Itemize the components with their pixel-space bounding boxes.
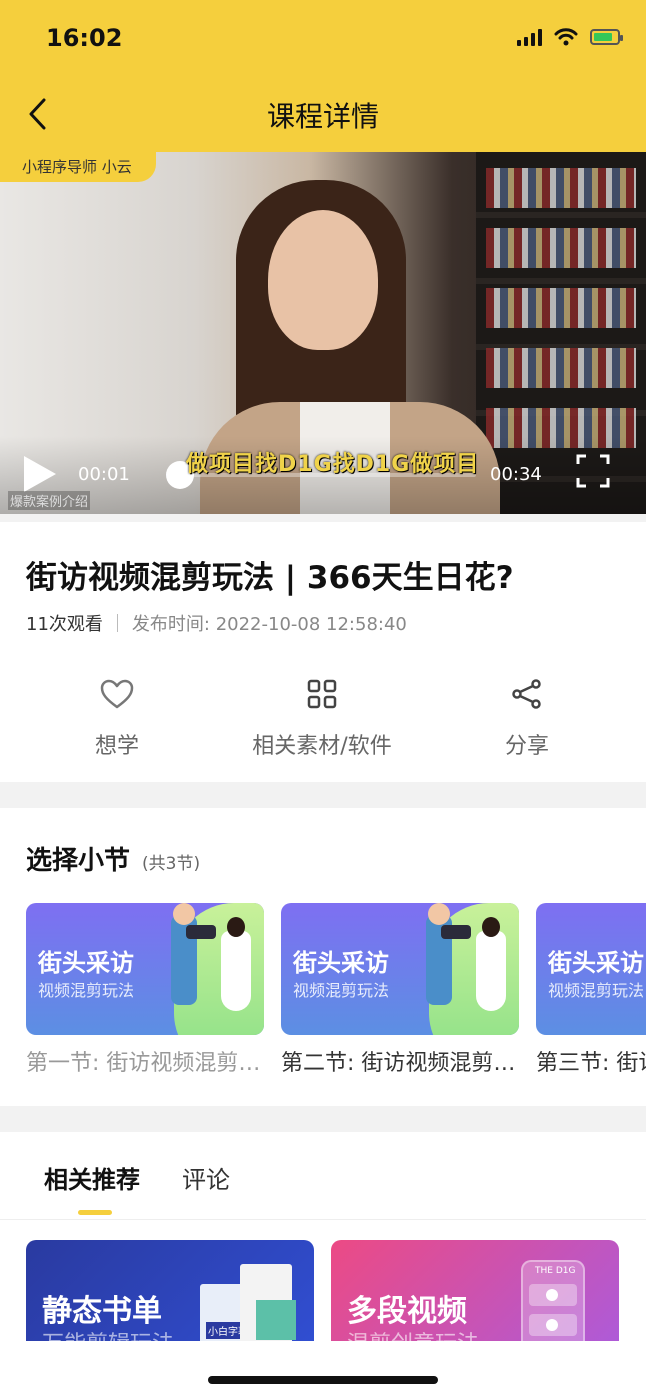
- share-icon: [512, 679, 541, 709]
- current-time: 00:01: [78, 464, 130, 485]
- play-icon[interactable]: [24, 456, 56, 492]
- video-controls: 00:01 做项目找D1G找D1G做项目 00:34 爆款案例介绍: [0, 436, 646, 514]
- course-info: 街访视频混剪玩法 | 366天生日花? 11次观看 发布时间: 2022-10-…: [0, 522, 646, 782]
- section-thumbnail: 街头采访 视频混剪玩法: [536, 903, 646, 1035]
- tab-comments[interactable]: 评论: [182, 1160, 230, 1195]
- section-count: (共3节): [142, 854, 201, 874]
- want-learn-label: 想学: [94, 734, 139, 759]
- section-header: 选择小节 (共3节): [26, 840, 200, 877]
- recommendation-card[interactable]: 小白字幕 静态书单 万能剪辑玩法: [26, 1240, 314, 1341]
- tab-indicator: [78, 1210, 112, 1215]
- section-label: 第一节: 街访视频混剪玩法: [26, 1051, 264, 1076]
- share-label: 分享: [504, 734, 549, 759]
- battery-icon: [590, 29, 623, 45]
- recommendation-card[interactable]: THE D1G 多段视频 混剪创意玩法: [331, 1240, 619, 1341]
- section-card[interactable]: 街头采访 视频混剪玩法 第一节: 街访视频混剪玩法: [26, 903, 264, 1077]
- materials-label: 相关素材/软件: [252, 734, 392, 759]
- tab-bar: 相关推荐 评论: [0, 1132, 646, 1220]
- phone-label: THE D1G: [535, 1266, 576, 1276]
- status-icons: [517, 28, 623, 46]
- heart-icon: [100, 679, 134, 709]
- divider: [0, 514, 646, 522]
- publish-time: 发布时间: 2022-10-08 12:58:40: [131, 614, 407, 635]
- thumbnail-title: 街头采访: [293, 949, 389, 977]
- course-title: 街访视频混剪玩法 | 366天生日花?: [26, 560, 514, 596]
- thumbnail-title: 街头采访: [548, 949, 644, 977]
- home-indicator: [208, 1376, 438, 1384]
- video-badge: 小程序导师 小云: [0, 152, 156, 182]
- materials-button[interactable]: 相关素材/软件: [222, 672, 422, 760]
- section-label: 第三节: 街访视频混剪玩法: [536, 1051, 646, 1076]
- signal-icon: [517, 28, 542, 46]
- section-card[interactable]: 街头采访 视频混剪玩法 第二节: 街访视频混剪玩法: [281, 903, 519, 1077]
- tabs-divider: [0, 1106, 646, 1132]
- thumbnail-subtitle: 视频混剪玩法: [38, 981, 135, 1000]
- meta-separator: [116, 614, 118, 632]
- book-image-3: [256, 1300, 296, 1340]
- course-meta: 11次观看 发布时间: 2022-10-08 12:58:40: [26, 610, 407, 636]
- recommendation-title: 多段视频: [347, 1294, 467, 1329]
- total-time: 00:34: [490, 464, 542, 485]
- section-card[interactable]: 街头采访 视频混剪玩法 第三节: 街访视频混剪玩法: [536, 903, 646, 1077]
- fullscreen-icon[interactable]: [576, 454, 610, 488]
- presenter-face: [268, 210, 378, 350]
- section-title: 选择小节: [26, 846, 131, 876]
- recommendation-subtitle: 混剪创意玩法: [347, 1326, 479, 1341]
- header: 16:02 课程详情: [0, 0, 646, 152]
- video-player[interactable]: 小程序导师 小云 00:01 做项目找D1G找D1G做项目 00:34 爆款案例…: [0, 152, 646, 514]
- section-divider: [0, 782, 646, 808]
- want-learn-button[interactable]: 想学: [17, 672, 217, 760]
- section-label: 第二节: 街访视频混剪玩法: [281, 1051, 519, 1076]
- grid-icon: [307, 679, 337, 709]
- section-thumbnail: 街头采访 视频混剪玩法: [26, 903, 264, 1035]
- video-subtitle: 做项目找D1G找D1G做项目: [186, 452, 480, 477]
- recommendation-list: 小白字幕 静态书单 万能剪辑玩法 THE D1G 多段视频 混剪创意玩法: [0, 1221, 646, 1341]
- action-bar: 想学 相关素材/软件 分享: [0, 672, 646, 772]
- wifi-icon: [554, 28, 578, 46]
- section-thumbnail: 街头采访 视频混剪玩法: [281, 903, 519, 1035]
- thumbnail-subtitle: 视频混剪玩法: [548, 981, 645, 1000]
- section-selector: 选择小节 (共3节) 街头采访 视频混剪玩法 第一节: 街访视频混剪玩法 街头采…: [0, 808, 646, 1106]
- video-watermark: 爆款案例介绍: [8, 491, 91, 510]
- thumbnail-subtitle: 视频混剪玩法: [293, 981, 390, 1000]
- tab-recommendations[interactable]: 相关推荐: [44, 1160, 140, 1195]
- phone-image: THE D1G: [521, 1260, 585, 1341]
- thumbnail-title: 街头采访: [38, 949, 134, 977]
- view-count: 11次观看: [26, 614, 103, 635]
- status-time: 16:02: [46, 24, 123, 52]
- page-title: 课程详情: [266, 100, 379, 133]
- recommendation-subtitle: 万能剪辑玩法: [42, 1326, 174, 1341]
- share-button[interactable]: 分享: [427, 672, 627, 760]
- recommendation-title: 静态书单: [42, 1294, 162, 1329]
